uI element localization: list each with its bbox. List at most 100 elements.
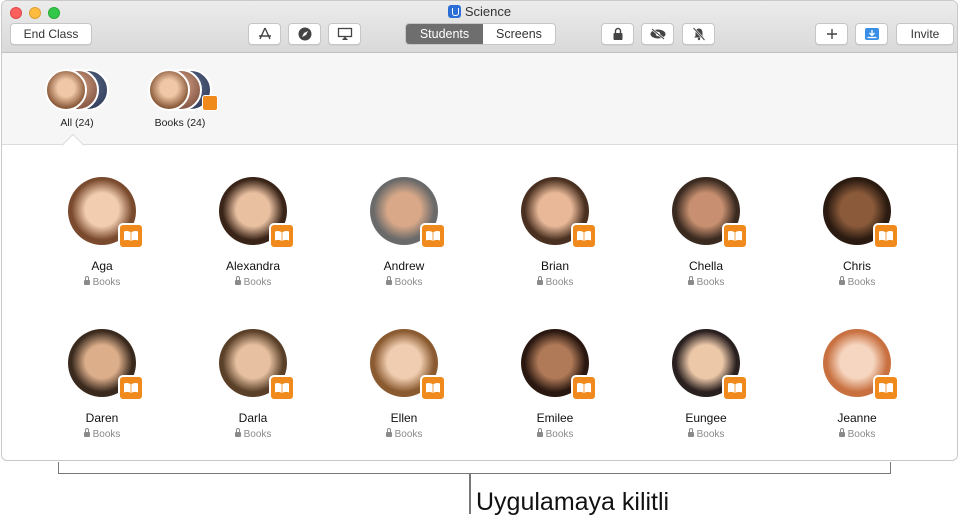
avatar [823, 329, 899, 401]
student-tile[interactable]: Chris Books [782, 177, 932, 288]
end-class-button[interactable]: End Class [10, 23, 92, 45]
avatar [45, 69, 87, 111]
locked-app-label: Books [480, 428, 630, 440]
avatar [672, 329, 748, 401]
locked-app-label: Books [27, 276, 177, 288]
avatar [68, 329, 144, 401]
student-name: Chella [688, 259, 724, 273]
add-button[interactable] [815, 23, 848, 45]
student-name: Brian [540, 259, 569, 273]
lock-icon [838, 428, 845, 437]
lock-icon [385, 428, 392, 437]
tab-screens[interactable]: Screens [483, 24, 555, 44]
window-title-text: Science [464, 4, 512, 19]
avatar [521, 329, 597, 401]
lock-icon [613, 27, 622, 40]
lock-button[interactable] [601, 23, 634, 45]
books-app-icon [873, 375, 899, 401]
navigate-button[interactable] [288, 23, 321, 45]
download-button[interactable] [855, 23, 888, 45]
locked-app-label: Books [178, 428, 328, 440]
student-tile[interactable]: Darla Books [178, 329, 328, 440]
student-tile[interactable]: Jeanne Books [782, 329, 932, 440]
classroom-app-icon [447, 5, 461, 18]
avatar [148, 69, 190, 111]
apps-icon [258, 27, 271, 40]
books-app-icon [571, 375, 597, 401]
student-name: Andrew [383, 259, 425, 273]
student-tile[interactable]: Daren Books [27, 329, 177, 440]
student-tile[interactable]: Andrew Books [329, 177, 479, 288]
group-label: Books (24) [154, 117, 206, 129]
group-avatar-stack [142, 69, 218, 111]
student-tile[interactable]: Ellen Books [329, 329, 479, 440]
books-app-icon [420, 375, 446, 401]
student-tile[interactable]: Eungee Books [631, 329, 781, 440]
group-avatar-stack [39, 69, 115, 111]
invite-button[interactable]: Invite [896, 23, 954, 45]
group-label: All (24) [60, 117, 94, 129]
lock-icon [83, 428, 90, 437]
student-name: Emilee [536, 411, 574, 425]
books-app-icon [269, 375, 295, 401]
group-all[interactable]: All (24) [32, 69, 122, 129]
hide-icon [650, 28, 665, 40]
books-app-icon [269, 223, 295, 249]
student-name: Eungee [685, 411, 727, 425]
airplay-button[interactable] [328, 23, 361, 45]
avatar [219, 177, 295, 249]
student-name: Aga [91, 259, 113, 273]
student-name: Chris [842, 259, 871, 273]
locked-app-label: Books [329, 276, 479, 288]
books-app-icon [571, 223, 597, 249]
locked-app-label: Books [631, 276, 781, 288]
books-app-icon [722, 375, 748, 401]
locked-app-label: Books [329, 428, 479, 440]
lock-icon [234, 428, 241, 437]
callout-text: Uygulamaya kilitli [476, 488, 670, 516]
locked-app-label: Books [631, 428, 781, 440]
lock-icon [536, 276, 543, 285]
mute-icon [692, 27, 705, 41]
callout-line [469, 474, 471, 514]
avatar [68, 177, 144, 249]
student-tile[interactable]: Chella Books [631, 177, 781, 288]
student-tile[interactable]: Emilee Books [480, 329, 630, 440]
student-name: Alexandra [225, 259, 281, 273]
airplay-icon [337, 27, 352, 40]
mute-button[interactable] [682, 23, 715, 45]
lock-icon [83, 276, 90, 285]
student-name: Darla [238, 411, 268, 425]
callout-bracket [58, 462, 891, 474]
add-icon [826, 29, 837, 39]
books-app-icon [118, 375, 144, 401]
books-app-icon [873, 223, 899, 249]
navigate-icon [298, 27, 311, 41]
books-app-icon [202, 95, 218, 111]
avatar [672, 177, 748, 249]
classroom-window: Science End Class Students Screens Invit… [1, 0, 958, 461]
books-app-icon [118, 223, 144, 249]
locked-app-label: Books [178, 276, 328, 288]
locked-app-label: Books [782, 276, 932, 288]
lock-icon [234, 276, 241, 285]
avatar [370, 177, 446, 249]
student-tile[interactable]: Brian Books [480, 177, 630, 288]
window-title: Science [2, 4, 957, 19]
student-tile[interactable]: Alexandra Books [178, 177, 328, 288]
avatar [370, 329, 446, 401]
hide-button[interactable] [641, 23, 674, 45]
tab-students[interactable]: Students [406, 24, 483, 44]
books-app-icon [420, 223, 446, 249]
student-name: Daren [85, 411, 119, 425]
locked-app-label: Books [27, 428, 177, 440]
lock-icon [838, 276, 845, 285]
apps-button[interactable] [248, 23, 281, 45]
toolbar: Science End Class Students Screens Invit… [2, 1, 957, 53]
avatar [823, 177, 899, 249]
lock-icon [687, 276, 694, 285]
student-tile[interactable]: Aga Books [27, 177, 177, 288]
group-bar: All (24) Books (24) [2, 53, 957, 145]
group-books[interactable]: Books (24) [135, 69, 225, 129]
locked-app-label: Books [480, 276, 630, 288]
